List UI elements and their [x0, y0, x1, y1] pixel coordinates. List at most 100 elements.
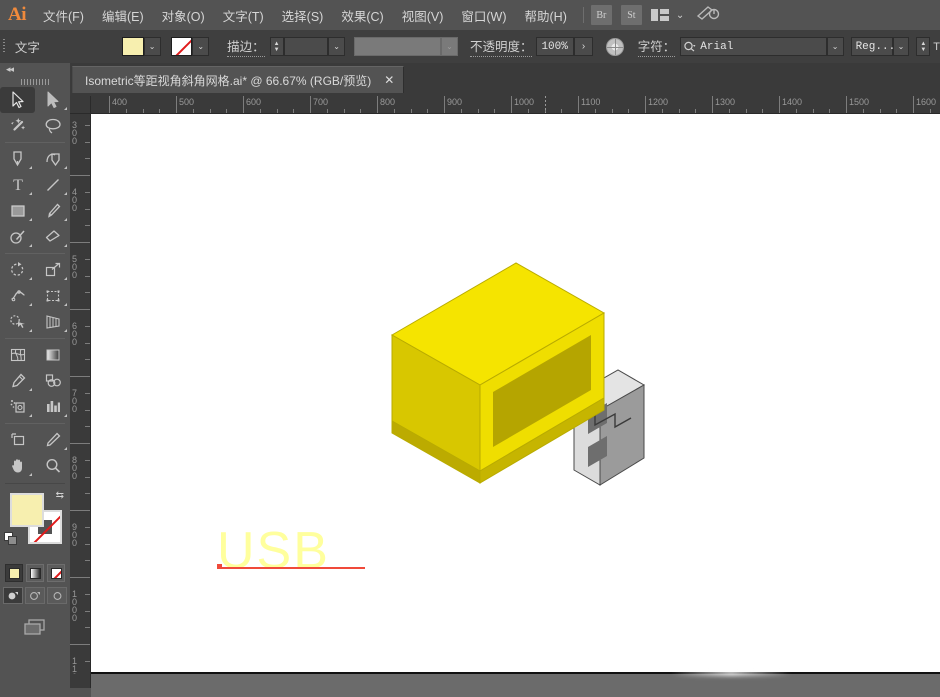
stroke-color-swatch[interactable] — [170, 37, 193, 56]
horizontal-ruler[interactable]: 400 500 600 700 800 900 1000 1100 1200 1300 1400 15… — [91, 96, 940, 114]
change-screen-mode[interactable] — [0, 616, 70, 638]
ruler-label: 1600 — [916, 97, 937, 107]
opacity-options-arrow-icon[interactable]: › — [574, 37, 593, 56]
ruler-label: 600 — [72, 321, 78, 347]
menu-item-file[interactable]: 文件(F) — [34, 0, 93, 30]
lasso-tool[interactable] — [35, 113, 70, 139]
eraser-tool[interactable] — [35, 224, 70, 250]
direct-selection-tool[interactable] — [35, 87, 70, 113]
menu-item-window[interactable]: 窗口(W) — [452, 0, 515, 30]
rectangle-tool[interactable] — [0, 198, 35, 224]
free-transform-tool[interactable] — [35, 283, 70, 309]
color-mode-gradient[interactable] — [26, 564, 44, 582]
eyedropper-tool[interactable] — [0, 368, 35, 394]
width-tool[interactable] — [0, 283, 35, 309]
ruler-major-tick — [645, 96, 646, 113]
ruler-label: 900 — [72, 522, 78, 548]
bridge-button[interactable]: Br — [590, 5, 612, 25]
menu-item-help[interactable]: 帮助(H) — [516, 0, 576, 30]
curvature-tool[interactable] — [35, 146, 70, 172]
draw-normal-mode[interactable] — [3, 587, 23, 604]
color-mode-none[interactable] — [47, 564, 65, 582]
menu-divider — [582, 7, 584, 23]
artboard-tool[interactable] — [0, 427, 35, 453]
font-family-chevron-down-icon[interactable]: ⌄ — [826, 37, 844, 56]
hand-tool[interactable] — [0, 453, 35, 479]
magic-wand-tool[interactable] — [0, 113, 35, 139]
paintbrush-tool[interactable] — [35, 198, 70, 224]
document-tab[interactable]: Isometric等距视角斜角网格.ai* @ 66.67% (RGB/预览) … — [72, 66, 405, 93]
gradient-tool[interactable] — [35, 342, 70, 368]
rotate-tool[interactable] — [0, 257, 35, 283]
stroke-profile-input[interactable] — [353, 37, 442, 56]
ruler-minor-tick — [85, 543, 90, 545]
default-fill-stroke-icon[interactable] — [4, 532, 18, 546]
search-adobe-icon[interactable] — [696, 4, 720, 27]
font-size-stepper[interactable]: ▲ ▼ — [916, 37, 931, 56]
pen-tool[interactable] — [0, 146, 35, 172]
close-icon[interactable]: ✕ — [384, 74, 394, 86]
perspective-grid-tool[interactable] — [35, 309, 70, 335]
watermark-line-2: system.com — [131, 356, 254, 383]
ruler-minor-tick — [460, 109, 462, 113]
ruler-minor-tick — [343, 109, 345, 113]
draw-inside-mode[interactable] — [47, 587, 67, 604]
ruler-label: 600 — [246, 97, 262, 107]
font-style-input[interactable]: Reg... — [850, 37, 895, 56]
menu-item-effect[interactable]: 效果(C) — [332, 0, 392, 30]
vertical-ruler[interactable]: 300 400 500 600 700 800 900 1000 1100 — [70, 114, 91, 674]
ai-logo-icon: Ai — [8, 4, 27, 25]
type-tool[interactable]: T — [0, 172, 35, 198]
slice-tool[interactable] — [35, 427, 70, 453]
menu-bar: Ai 文件(F) 编辑(E) 对象(O) 文字(T) 选择(S) 效果(C) 视… — [0, 0, 940, 30]
ruler-major-tick — [846, 96, 847, 113]
shape-builder-tool[interactable] — [0, 309, 35, 335]
fill-color-indicator[interactable] — [10, 493, 44, 527]
selection-tool[interactable] — [0, 87, 35, 113]
stroke-profile-chevron-down-icon[interactable]: ⌄ — [441, 37, 458, 56]
line-segment-tool[interactable] — [35, 172, 70, 198]
menu-item-type[interactable]: 文字(T) — [214, 0, 273, 30]
mesh-tool[interactable] — [0, 342, 35, 368]
usb-flash-drive-isometric[interactable] — [379, 240, 659, 500]
ruler-minor-tick — [85, 124, 90, 126]
arrange-documents-icon[interactable] — [650, 9, 669, 21]
opacity-input[interactable]: 100% — [536, 37, 575, 56]
stroke-weight-input[interactable] — [283, 37, 329, 56]
text-anchor-point[interactable] — [217, 564, 222, 569]
artboard-canvas[interactable]: G X 丨网 system.com USB — [91, 114, 940, 672]
scale-tool[interactable] — [35, 257, 70, 283]
stroke-weight-stepper[interactable]: ▲ ▼ — [269, 37, 284, 56]
tools-panel-grip[interactable] — [0, 76, 70, 87]
column-graph-tool[interactable] — [35, 394, 70, 420]
draw-behind-mode[interactable] — [25, 587, 45, 604]
zoom-tool[interactable] — [35, 453, 70, 479]
menu-item-object[interactable]: 对象(O) — [153, 0, 214, 30]
symbol-sprayer-tool[interactable] — [0, 394, 35, 420]
fill-stroke-indicator: ⇆ — [0, 488, 70, 560]
control-bar-grip[interactable] — [0, 30, 9, 63]
menu-item-view[interactable]: 视图(V) — [393, 0, 453, 30]
ruler-major-tick — [444, 96, 445, 113]
fill-chevron-down-icon[interactable]: ⌄ — [143, 37, 161, 56]
ruler-corner[interactable] — [70, 96, 91, 114]
stock-button[interactable]: St — [620, 5, 642, 25]
ruler-minor-tick — [85, 292, 90, 294]
menu-item-select[interactable]: 选择(S) — [273, 0, 333, 30]
stroke-weight-chevron-down-icon[interactable]: ⌄ — [328, 37, 345, 56]
font-style-chevron-down-icon[interactable]: ⌄ — [892, 37, 910, 56]
usb-text-object[interactable]: USB — [217, 525, 330, 577]
blend-tool[interactable] — [35, 368, 70, 394]
stroke-chevron-down-icon[interactable]: ⌄ — [192, 37, 210, 56]
font-family-input[interactable]: Arial — [680, 37, 827, 56]
arrange-chevron-down-icon[interactable]: ⌄ — [676, 10, 684, 21]
shaper-tool[interactable] — [0, 224, 35, 250]
color-mode-fill[interactable] — [5, 564, 23, 582]
ruler-minor-tick — [829, 109, 831, 113]
fill-color-swatch[interactable] — [121, 37, 144, 56]
tools-panel-collapse-icon[interactable]: ◂◂ — [0, 63, 70, 76]
tool-flyout-corner-icon — [29, 192, 32, 195]
menu-item-edit[interactable]: 编辑(E) — [93, 0, 153, 30]
recolor-artwork-icon[interactable] — [605, 37, 624, 56]
swap-fill-stroke-icon[interactable]: ⇆ — [56, 490, 64, 501]
